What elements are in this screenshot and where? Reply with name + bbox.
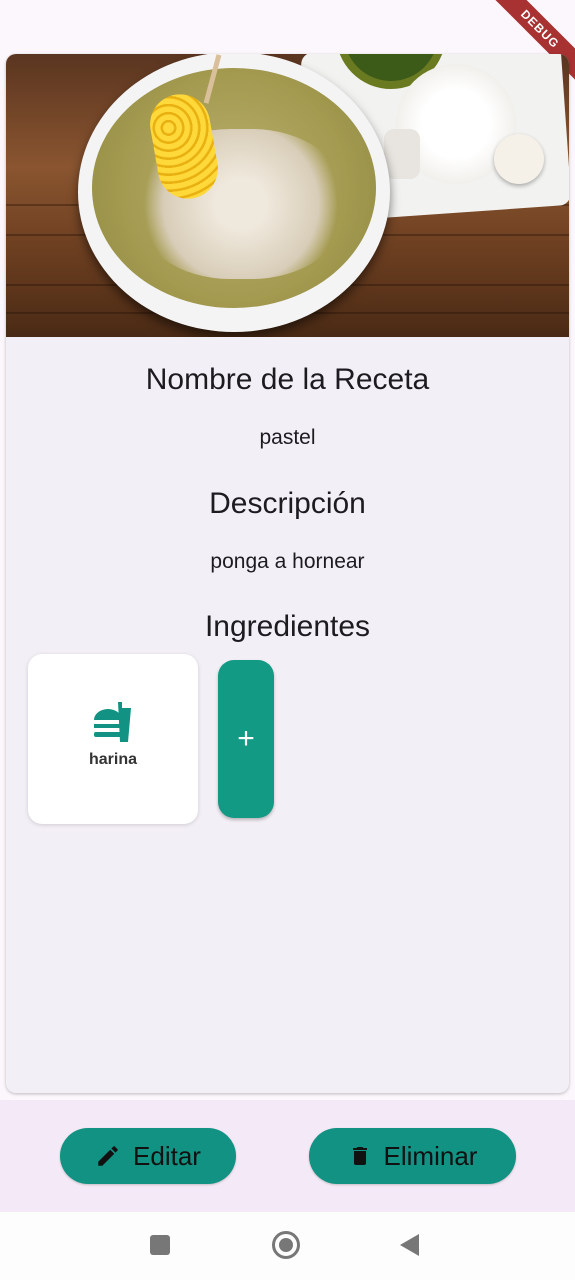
recipe-name-heading: Nombre de la Receta <box>145 363 430 396</box>
recipe-photo <box>6 54 569 337</box>
pencil-icon <box>98 1146 118 1166</box>
delete-button[interactable]: Eliminar <box>309 1128 516 1184</box>
description-heading: Descripción <box>209 487 366 520</box>
ingredients-heading: Ingredientes <box>204 610 371 643</box>
home-button[interactable] <box>272 1231 300 1259</box>
fastfood-icon <box>94 702 131 742</box>
back-button[interactable] <box>400 1234 419 1256</box>
ingredient-name: harina <box>88 751 137 768</box>
ingredient-card[interactable]: harina <box>28 654 198 824</box>
recipe-description: ponga a hornear <box>210 550 365 573</box>
add-ingredient-button[interactable]: + <box>218 660 274 818</box>
trash-icon <box>352 1147 367 1165</box>
edit-label: Editar <box>133 1140 201 1171</box>
action-bar: Editar Eliminar <box>0 1100 575 1212</box>
system-nav-bar <box>0 1212 575 1280</box>
recipe-name: pastel <box>259 426 316 449</box>
edit-button[interactable]: Editar <box>60 1128 236 1184</box>
recents-button[interactable] <box>150 1235 170 1255</box>
recipe-card: Nombre de la Receta pastel Descripción p… <box>6 54 569 1093</box>
delete-label: Eliminar <box>383 1140 478 1171</box>
